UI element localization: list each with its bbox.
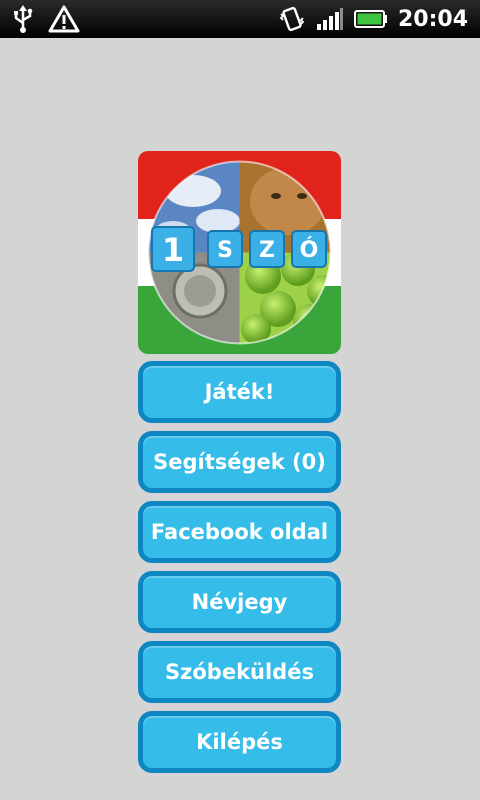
- logo-letter-4: Ó: [300, 237, 319, 263]
- status-bar: 20:04: [0, 0, 480, 38]
- logo-letter-2: S: [217, 238, 233, 263]
- warning-icon: [48, 5, 80, 33]
- usb-icon: [12, 4, 34, 34]
- app-logo: 1 S Z Ó: [138, 151, 341, 354]
- logo-letter-1: 1: [162, 231, 184, 269]
- logo-tiles: 1 S Z Ó: [151, 226, 327, 272]
- about-button[interactable]: Névjegy: [138, 571, 341, 633]
- vibrate-icon: [278, 5, 306, 33]
- exit-button[interactable]: Kilépés: [138, 711, 341, 773]
- logo-letter-3: Z: [259, 238, 275, 263]
- play-button[interactable]: Játék!: [138, 361, 341, 423]
- status-time: 20:04: [397, 6, 468, 32]
- signal-icon: [316, 7, 344, 31]
- submit-word-button[interactable]: Szóbeküldés: [138, 641, 341, 703]
- battery-icon: [353, 9, 388, 29]
- hints-button[interactable]: Segítségek (0): [138, 431, 341, 493]
- facebook-page-button[interactable]: Facebook oldal: [138, 501, 341, 563]
